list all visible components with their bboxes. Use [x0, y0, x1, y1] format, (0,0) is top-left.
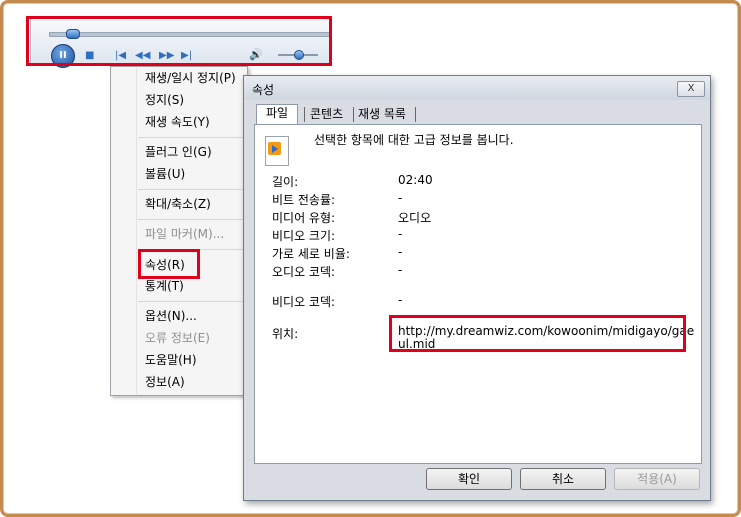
cancel-button[interactable]: 취소 — [520, 468, 606, 490]
apply-button[interactable]: 적용(A) — [614, 468, 700, 490]
menu-item-help[interactable]: 도움말(H) — [145, 353, 197, 367]
menu-item-options[interactable]: 옵션(N)... — [145, 309, 197, 323]
menu-item-volume[interactable]: 볼륨(U) — [145, 167, 185, 181]
menu-item-play-speed[interactable]: 재생 속도(Y) — [145, 115, 210, 129]
menu-separator — [138, 301, 246, 302]
context-menu: 재생/일시 정지(P) 정지(S) 재생 속도(Y) 플러그 인(G) 볼륨(U… — [110, 66, 248, 396]
menu-separator — [138, 137, 246, 138]
property-label: 미디어 유형: — [272, 211, 336, 225]
panel-description: 선택한 항목에 대한 고급 정보를 봅니다. — [314, 133, 514, 147]
property-label: 비디오 코덱: — [272, 295, 336, 309]
property-label: 가로 세로 비율: — [272, 247, 350, 261]
properties-dialog: 속성 X 파일 콘텐츠 재생 목록 선택한 항목에 대한 고급 정보를 봅니다.… — [243, 75, 711, 501]
property-value: - — [398, 293, 403, 307]
tab-divider — [353, 107, 354, 122]
location-label: 위치: — [272, 327, 299, 341]
menu-item-file-markers: 파일 마커(M)... — [145, 227, 225, 241]
menu-item-statistics[interactable]: 통계(T) — [145, 279, 184, 293]
property-value: - — [398, 245, 403, 259]
file-tab-panel: 선택한 항목에 대한 고급 정보를 봅니다. 길이: 02:40 비트 전송률:… — [254, 124, 702, 464]
property-label: 비트 전송률: — [272, 193, 336, 207]
tab-divider — [415, 107, 416, 122]
menu-item-plugins[interactable]: 플러그 인(G) — [145, 145, 212, 159]
menu-item-about[interactable]: 정보(A) — [145, 375, 185, 389]
menu-separator — [138, 189, 246, 190]
menu-separator — [138, 219, 246, 220]
ok-button[interactable]: 확인 — [426, 468, 512, 490]
menu-item-stop[interactable]: 정지(S) — [145, 93, 184, 107]
tab-divider — [304, 107, 305, 122]
property-label: 비디오 크기: — [272, 229, 336, 243]
property-value: - — [398, 227, 403, 241]
close-icon[interactable]: X — [677, 81, 705, 97]
tab-playlist[interactable]: 재생 목록 — [358, 106, 406, 123]
menu-item-error-info: 오류 정보(E) — [145, 331, 210, 345]
menu-item-play-pause[interactable]: 재생/일시 정지(P) — [145, 71, 236, 85]
property-value: - — [398, 191, 403, 205]
menu-item-zoom[interactable]: 확대/축소(Z) — [145, 197, 211, 211]
tab-content[interactable]: 콘텐츠 — [310, 106, 343, 123]
media-file-icon — [265, 136, 289, 166]
location-highlight-box — [389, 315, 686, 352]
property-value: 오디오 — [398, 211, 432, 225]
property-value: 02:40 — [398, 173, 433, 187]
property-label: 길이: — [272, 175, 299, 189]
property-label: 오디오 코덱: — [272, 265, 336, 279]
menu-gutter — [136, 68, 137, 394]
dialog-title: 속성 — [252, 83, 275, 97]
dialog-titlebar[interactable]: 속성 X — [244, 76, 710, 100]
player-highlight-box — [26, 16, 332, 66]
property-value: - — [398, 263, 403, 277]
properties-highlight-box — [138, 249, 200, 279]
tab-file[interactable]: 파일 — [256, 104, 298, 125]
